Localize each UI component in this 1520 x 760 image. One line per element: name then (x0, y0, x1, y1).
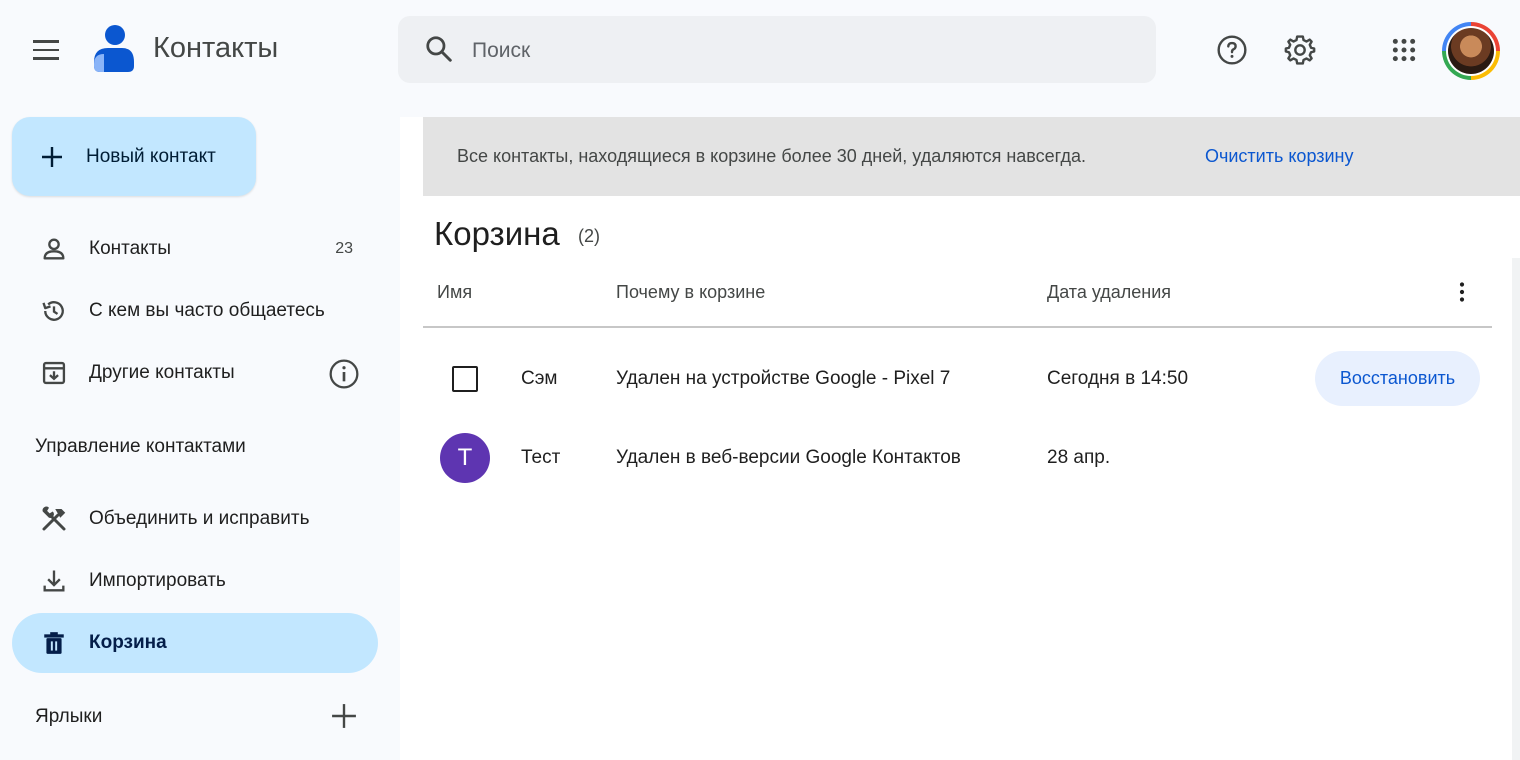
apps-button[interactable] (1380, 26, 1428, 74)
search-icon[interactable] (424, 34, 454, 64)
sidebar-item-label: Контакты (89, 238, 172, 259)
contacts-logo-icon (94, 25, 134, 72)
add-label-icon[interactable] (331, 703, 357, 729)
contact-name: Тест (521, 447, 561, 468)
labels-heading: Ярлыки (35, 706, 103, 727)
table-header-divider (423, 326, 1492, 328)
trash-reason: Удален на устройстве Google - Pixel 7 (616, 368, 951, 389)
history-icon (39, 296, 69, 326)
person-icon (39, 234, 69, 264)
new-contact-button[interactable]: Новый контакт (12, 117, 256, 196)
new-contact-label: Новый контакт (86, 145, 216, 167)
sidebar-item-label: Объединить и исправить (89, 508, 310, 529)
column-header-date: Дата удаления (1047, 282, 1172, 302)
help-button[interactable] (1208, 26, 1256, 74)
plus-icon (42, 146, 62, 167)
column-header-name: Имя (437, 282, 473, 302)
profile-photo (1448, 28, 1494, 74)
app-title: Контакты (153, 32, 279, 64)
help-icon (1217, 35, 1247, 65)
menu-icon (33, 37, 59, 63)
trash-count: (2) (578, 226, 600, 246)
column-header-reason: Почему в корзине (616, 282, 766, 302)
sidebar-item-label: Корзина (89, 632, 167, 653)
archive-download-icon (39, 358, 69, 388)
settings-button[interactable] (1276, 26, 1324, 74)
sidebar-item-contacts[interactable]: Контакты 23 (12, 219, 378, 279)
account-avatar[interactable] (1442, 22, 1500, 80)
contacts-count: 23 (335, 240, 353, 257)
sidebar-item-frequent[interactable]: С кем вы часто общаетесь (12, 281, 378, 341)
contact-avatar[interactable]: T (440, 433, 490, 483)
main-content (400, 117, 1520, 760)
sidebar-item-import[interactable]: Импортировать (12, 551, 378, 611)
info-icon[interactable] (328, 358, 360, 390)
trash-reason: Удален в веб-версии Google Контактов (616, 447, 961, 468)
main-menu-button[interactable] (22, 26, 70, 74)
empty-trash-link[interactable]: Очистить корзину (1205, 146, 1354, 167)
sidebar-item-other-contacts[interactable]: Другие контакты (12, 343, 378, 403)
sidebar-item-label: Другие контакты (89, 362, 235, 383)
tools-icon (39, 504, 69, 534)
settings-icon (1284, 35, 1316, 65)
restore-button[interactable]: Восстановить (1315, 351, 1480, 406)
search-input[interactable] (470, 16, 1144, 85)
scrollbar-track[interactable] (1512, 258, 1520, 760)
banner-text: Все контакты, находящиеся в корзине боле… (457, 146, 1086, 166)
download-icon (39, 566, 69, 596)
sidebar-item-trash[interactable]: Корзина (12, 613, 378, 673)
sidebar-item-label: Импортировать (89, 570, 226, 591)
page-title: Корзина (434, 215, 560, 252)
manage-contacts-heading: Управление контактами (35, 436, 246, 457)
row-checkbox[interactable] (452, 366, 478, 392)
trash-icon (39, 628, 69, 658)
apps-grid-icon (1392, 38, 1416, 62)
sidebar-item-label: С кем вы часто общаетесь (89, 300, 325, 321)
sidebar-item-merge-fix[interactable]: Объединить и исправить (12, 489, 378, 549)
deletion-date: Сегодня в 14:50 (1047, 368, 1189, 389)
more-vert-icon[interactable] (1450, 280, 1474, 304)
deletion-date: 28 апр. (1047, 447, 1111, 468)
contact-name: Сэм (521, 368, 558, 389)
